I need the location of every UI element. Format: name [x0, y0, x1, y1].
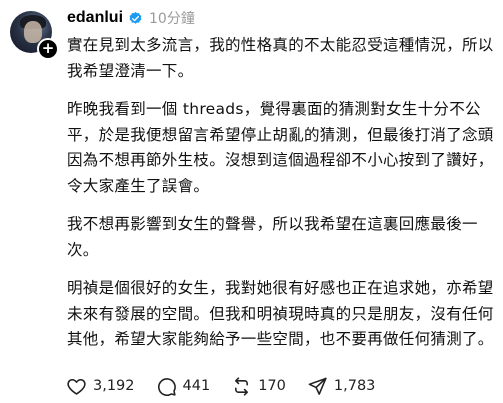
verified-badge-icon [129, 11, 142, 24]
comment-button[interactable]: 441 [156, 376, 211, 397]
heart-icon [67, 378, 86, 395]
repost-icon [235, 376, 249, 396]
post-paragraph: 我不想再影響到女生的聲譽，所以我希望在這裏回應最後一次。 [67, 215, 478, 259]
post-paragraph: 明禎是個很好的女生，我對她很有好感也正在追求她，亦希望未來有發展的空間。但我和明… [67, 279, 494, 348]
comment-bubble-icon [157, 377, 176, 396]
post-timestamp: 10分鐘 [149, 11, 195, 27]
follow-plus-icon[interactable]: + [37, 38, 59, 60]
post-paragraph: 昨晚我看到一個 threads，覺得裏面的猜測對女生十分不公平，於是我便想留言希… [67, 100, 494, 195]
action-bar: 3,192 441 170 1,783 [66, 376, 396, 396]
send-icon [308, 377, 327, 395]
username[interactable]: edanlui [67, 9, 123, 27]
share-count: 1,783 [333, 378, 376, 394]
post-paragraph: 實在見到太多流言，我的性格真的不太能忍受這種情況，所以我希望澄清一下。 [67, 36, 494, 80]
like-count: 3,192 [93, 378, 135, 394]
comment-count: 441 [182, 378, 211, 394]
share-button[interactable]: 1,783 [307, 376, 376, 397]
post-body: 實在見到太多流言，我的性格真的不太能忍受這種情況，所以我希望澄清一下。 昨晚我看… [67, 33, 499, 366]
repost-count: 170 [258, 378, 286, 394]
repost-button[interactable]: 170 [231, 376, 286, 397]
like-button[interactable]: 3,192 [66, 376, 135, 397]
avatar-face [24, 21, 42, 43]
post-header: edanlui 10分鐘 [67, 8, 195, 28]
